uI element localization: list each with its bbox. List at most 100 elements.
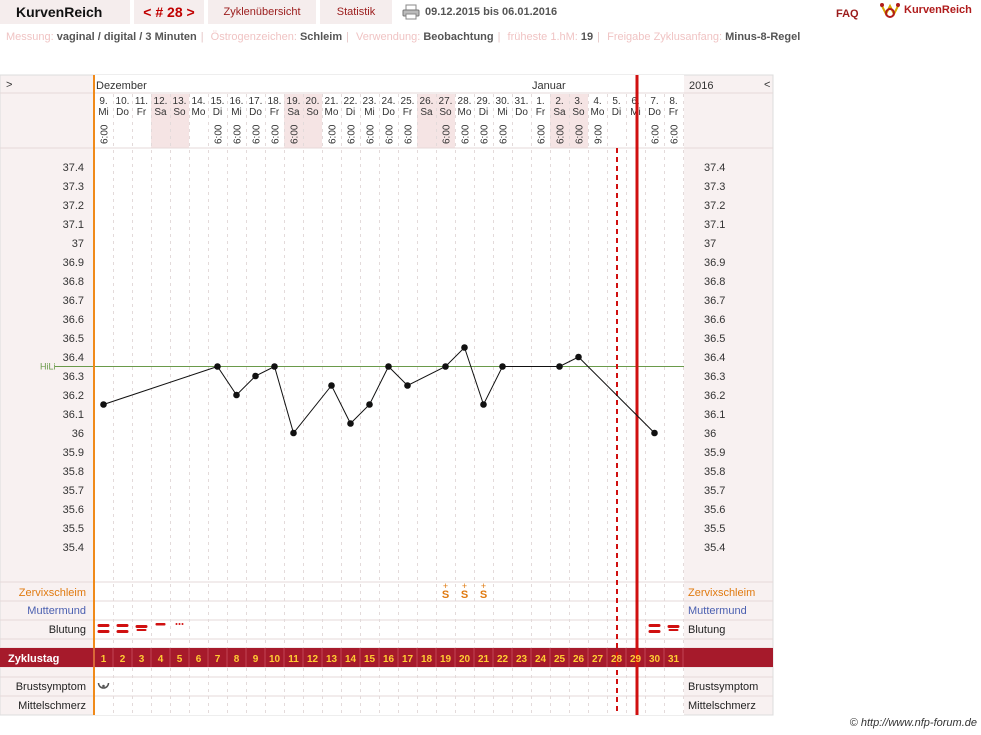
day-date: 12. bbox=[154, 96, 168, 107]
row-label-muttermund-right: Muttermund bbox=[688, 605, 747, 617]
temperature-point[interactable] bbox=[575, 353, 582, 361]
measure-time: 6:00 bbox=[214, 124, 225, 144]
day-weekday: Mo bbox=[192, 107, 206, 118]
bleeding-heavy-mark[interactable] bbox=[97, 630, 110, 633]
bleeding-spotting-mark[interactable] bbox=[178, 623, 181, 625]
y-tick-left: 35.9 bbox=[63, 447, 84, 459]
temperature-point[interactable] bbox=[404, 382, 411, 389]
cycle-day-number: 25 bbox=[554, 654, 566, 665]
bleeding-medium-mark[interactable] bbox=[667, 625, 680, 628]
day-date: 20. bbox=[306, 96, 320, 107]
y-tick-left: 37.4 bbox=[63, 162, 84, 174]
hili-label: HiLi bbox=[40, 362, 56, 372]
temperature-point[interactable] bbox=[556, 363, 563, 370]
measure-time: 6:00 bbox=[499, 124, 510, 144]
bleeding-heavy-mark[interactable] bbox=[648, 624, 661, 627]
cycle-day-number: 6 bbox=[196, 654, 202, 665]
temperature-chart: > <Dezember Januar 20169.Mi6:0010.Do11.Fr12… bbox=[0, 74, 774, 716]
year-label: 2016 bbox=[689, 80, 713, 92]
measure-time: 6:00 bbox=[480, 124, 491, 144]
row-label-zervix-left: Zervixschleim bbox=[19, 587, 86, 599]
day-date: 21. bbox=[325, 96, 339, 107]
temperature-point[interactable] bbox=[366, 401, 373, 408]
y-tick-right: 37.2 bbox=[704, 200, 725, 212]
cycle-day-number: 12 bbox=[307, 654, 319, 665]
temperature-point[interactable] bbox=[499, 363, 506, 370]
measure-time: 6:00 bbox=[556, 124, 567, 144]
measure-time: 6:00 bbox=[290, 124, 301, 144]
y-tick-right: 36 bbox=[704, 428, 716, 440]
temperature-point[interactable] bbox=[271, 363, 278, 370]
y-tick-left: 36.4 bbox=[63, 352, 84, 364]
y-tick-right: 36.7 bbox=[704, 295, 725, 307]
day-date: 23. bbox=[363, 96, 377, 107]
cycle-day-number: 18 bbox=[421, 654, 433, 665]
bleeding-medium-mark[interactable] bbox=[135, 625, 148, 628]
day-date: 16. bbox=[230, 96, 244, 107]
cycle-day-number: 20 bbox=[459, 654, 471, 665]
temperature-point[interactable] bbox=[347, 420, 354, 427]
zervix-mark[interactable]: S bbox=[442, 589, 449, 601]
day-date: 11. bbox=[135, 96, 148, 107]
day-weekday: So bbox=[306, 107, 319, 118]
bleeding-light-mark[interactable] bbox=[155, 623, 166, 626]
row-label-blutung-left: Blutung bbox=[49, 624, 86, 636]
temperature-point[interactable] bbox=[461, 344, 468, 351]
cycle-day-number: 7 bbox=[215, 654, 221, 665]
y-tick-right: 36.5 bbox=[704, 333, 725, 345]
y-tick-right: 36.6 bbox=[704, 314, 725, 326]
cycle-day-number: 31 bbox=[668, 654, 680, 665]
day-date: 1. bbox=[536, 96, 544, 107]
day-weekday: Mo bbox=[591, 107, 605, 118]
measure-time: 6:00 bbox=[366, 124, 377, 144]
day-weekday: Fr bbox=[270, 107, 280, 118]
day-weekday: Do bbox=[515, 107, 528, 118]
bleeding-heavy-mark[interactable] bbox=[97, 624, 110, 627]
bleeding-spotting-mark[interactable] bbox=[175, 623, 178, 625]
temperature-point[interactable] bbox=[214, 363, 221, 370]
day-weekday: Fr bbox=[137, 107, 147, 118]
bleeding-heavy-mark[interactable] bbox=[116, 624, 129, 627]
day-date: 13. bbox=[173, 96, 187, 107]
cycle-day-number: 8 bbox=[234, 654, 240, 665]
bleeding-heavy-mark[interactable] bbox=[648, 630, 661, 633]
temperature-point[interactable] bbox=[442, 363, 449, 370]
day-date: 14. bbox=[192, 96, 206, 107]
cycle-day-number: 10 bbox=[269, 654, 281, 665]
day-date: 2. bbox=[555, 96, 563, 107]
temperature-point[interactable] bbox=[233, 391, 240, 399]
day-weekday: Fr bbox=[536, 107, 546, 118]
temperature-point[interactable] bbox=[290, 429, 297, 437]
day-weekday: Do bbox=[249, 107, 262, 118]
day-date: 27. bbox=[439, 96, 453, 107]
row-label-brust-right: Brustsymptom bbox=[688, 681, 758, 693]
day-weekday: Do bbox=[648, 107, 661, 118]
temperature-point[interactable] bbox=[328, 382, 335, 389]
day-weekday: Mi bbox=[364, 107, 375, 118]
bleeding-medium-mark[interactable] bbox=[668, 629, 679, 631]
measure-time: 6:00 bbox=[670, 124, 681, 144]
day-date: 15. bbox=[211, 96, 225, 107]
nav-next-arrow[interactable]: < bbox=[764, 79, 770, 91]
temperature-point[interactable] bbox=[100, 401, 107, 408]
bleeding-heavy-mark[interactable] bbox=[116, 630, 129, 633]
temperature-point[interactable] bbox=[252, 372, 259, 380]
zervix-mark[interactable]: S bbox=[480, 589, 487, 601]
bleeding-medium-mark[interactable] bbox=[136, 629, 147, 631]
y-tick-right: 36.2 bbox=[704, 390, 725, 402]
y-tick-left: 35.6 bbox=[63, 504, 84, 516]
nav-prev-arrow[interactable]: > bbox=[6, 79, 12, 91]
day-weekday: Mi bbox=[497, 107, 508, 118]
temperature-point[interactable] bbox=[480, 401, 487, 408]
y-tick-left: 35.7 bbox=[63, 485, 84, 497]
cycle-day-number: 27 bbox=[592, 654, 604, 665]
cycle-day-number: 2 bbox=[120, 654, 126, 665]
bleeding-spotting-mark[interactable] bbox=[181, 623, 184, 625]
day-weekday: Di bbox=[346, 107, 355, 118]
temperature-point[interactable] bbox=[385, 363, 392, 370]
day-date: 18. bbox=[268, 96, 282, 107]
cycle-day-number: 14 bbox=[345, 654, 357, 665]
day-date: 30. bbox=[496, 96, 510, 107]
temperature-point[interactable] bbox=[651, 429, 658, 437]
zervix-mark[interactable]: S bbox=[461, 589, 468, 601]
